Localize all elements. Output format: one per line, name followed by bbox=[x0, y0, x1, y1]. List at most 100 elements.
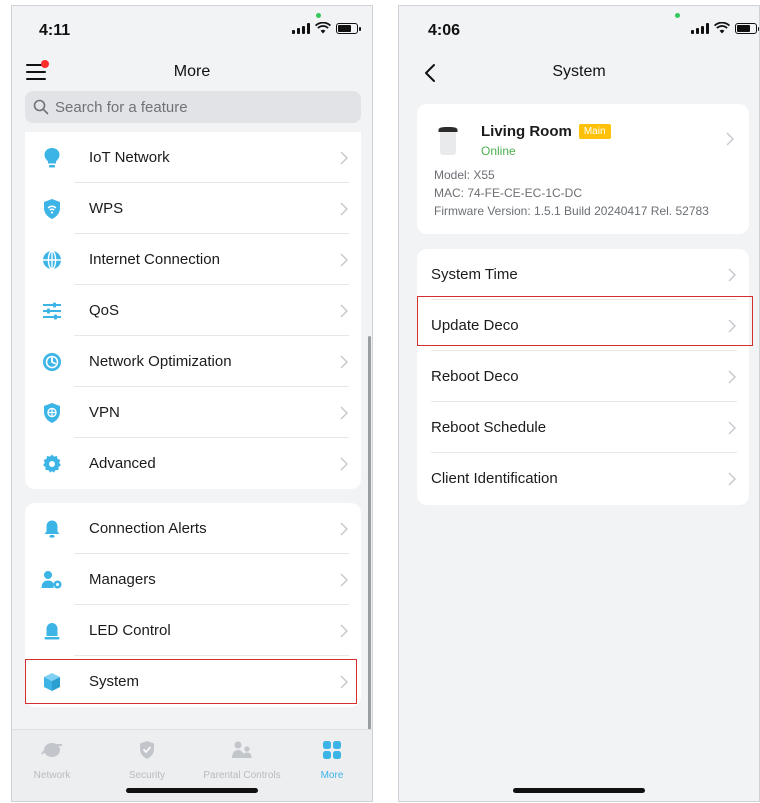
chevron-right-icon bbox=[726, 132, 734, 146]
list-item-qos[interactable]: QoS bbox=[25, 285, 361, 336]
list-item-label: Reboot Schedule bbox=[431, 419, 547, 436]
security-tab-icon bbox=[140, 741, 154, 759]
sliders-icon bbox=[41, 300, 63, 322]
list-item-advanced[interactable]: Advanced bbox=[25, 438, 361, 489]
privacy-indicator bbox=[675, 13, 680, 18]
vpn-shield-icon bbox=[41, 402, 63, 424]
chevron-right-icon bbox=[728, 421, 736, 434]
search-placeholder: Search for a feature bbox=[55, 98, 188, 116]
device-details: Model: X55 MAC: 74-FE-CE-EC-1C-DC Firmwa… bbox=[434, 166, 709, 220]
list-item-led-control[interactable]: LED Control bbox=[25, 605, 361, 656]
status-icons bbox=[292, 22, 361, 34]
led-icon bbox=[41, 620, 63, 642]
page-title: More bbox=[173, 63, 211, 80]
chevron-right-icon bbox=[340, 573, 348, 586]
cellular-signal-icon bbox=[292, 22, 310, 34]
status-icons bbox=[691, 22, 759, 34]
list-item-label: WPS bbox=[89, 200, 124, 217]
system-settings-list: System Time Update Deco Reboot Deco Rebo… bbox=[417, 249, 749, 505]
bell-icon bbox=[41, 518, 63, 540]
battery-icon bbox=[735, 22, 759, 34]
status-time: 4:06 bbox=[428, 22, 461, 39]
list-item-label: Connection Alerts bbox=[89, 520, 207, 537]
status-bar: 4:06 bbox=[399, 6, 759, 48]
home-indicator bbox=[513, 788, 645, 793]
tab-security[interactable]: Security bbox=[107, 740, 187, 781]
main-badge: Main bbox=[578, 124, 611, 139]
chevron-right-icon bbox=[340, 624, 348, 637]
tab-parental-controls[interactable]: Parental Controls bbox=[202, 740, 282, 781]
chevron-right-icon bbox=[728, 370, 736, 383]
list-item-label: Network Optimization bbox=[89, 353, 232, 370]
list-item-label: Internet Connection bbox=[89, 251, 220, 268]
chevron-right-icon bbox=[340, 151, 348, 164]
privacy-indicator bbox=[316, 13, 321, 18]
wifi-icon bbox=[315, 22, 331, 34]
firmware-version: Firmware Version: 1.5.1 Build 20240417 R… bbox=[434, 204, 709, 218]
parental-tab-icon bbox=[232, 741, 252, 758]
list-item-iot-network[interactable]: IoT Network bbox=[25, 132, 361, 183]
list-item-label: IoT Network bbox=[89, 149, 170, 166]
list-item-label: Advanced bbox=[89, 455, 156, 472]
chevron-right-icon bbox=[728, 472, 736, 485]
list-item-internet-connection[interactable]: Internet Connection bbox=[25, 234, 361, 285]
list-item-reboot-schedule[interactable]: Reboot Schedule bbox=[417, 402, 749, 453]
search-input[interactable]: Search for a feature bbox=[25, 91, 361, 123]
list-item-connection-alerts[interactable]: Connection Alerts bbox=[25, 503, 361, 554]
wifi-icon bbox=[714, 22, 730, 34]
battery-icon bbox=[336, 22, 361, 34]
optimization-icon bbox=[41, 351, 63, 373]
more-tab-icon bbox=[323, 741, 341, 759]
feature-list-group-1: IoT Network WPS Internet Connection QoS … bbox=[25, 132, 361, 489]
chevron-right-icon bbox=[340, 522, 348, 535]
chevron-right-icon bbox=[340, 406, 348, 419]
list-item-wps[interactable]: WPS bbox=[25, 183, 361, 234]
managers-icon bbox=[41, 569, 63, 591]
list-item-label: Managers bbox=[89, 571, 156, 588]
device-model: Model: X55 bbox=[434, 168, 495, 182]
bottom-tab-bar: Network Security Parental Controls More bbox=[12, 729, 372, 801]
device-name: Living Room bbox=[481, 123, 572, 140]
list-item-vpn[interactable]: VPN bbox=[25, 387, 361, 438]
wps-icon bbox=[41, 198, 63, 220]
more-screen: 4:11 More Search for a feature IoT Netwo… bbox=[11, 5, 373, 802]
list-item-label: LED Control bbox=[89, 622, 171, 639]
tab-more[interactable]: More bbox=[292, 740, 372, 781]
list-item-managers[interactable]: Managers bbox=[25, 554, 361, 605]
chevron-right-icon bbox=[340, 253, 348, 266]
cellular-signal-icon bbox=[691, 22, 709, 34]
list-item-label: QoS bbox=[89, 302, 120, 319]
gear-icon bbox=[41, 453, 63, 475]
chevron-right-icon bbox=[340, 202, 348, 215]
page-title: System bbox=[552, 63, 606, 80]
search-icon bbox=[33, 99, 49, 115]
list-item-client-identification[interactable]: Client Identification bbox=[417, 453, 749, 504]
list-item-system-time[interactable]: System Time bbox=[417, 249, 749, 300]
list-item-reboot-deco[interactable]: Reboot Deco bbox=[417, 351, 749, 402]
device-header: Living Room Main Online bbox=[481, 123, 611, 158]
device-status: Online bbox=[481, 144, 516, 158]
system-item-highlight bbox=[25, 659, 357, 704]
scrollbar[interactable] bbox=[368, 336, 371, 732]
chevron-right-icon bbox=[340, 457, 348, 470]
system-screen: 4:06 System Living Room Main Online Model… bbox=[398, 5, 760, 802]
list-item-label: VPN bbox=[89, 404, 120, 421]
list-item-label: Reboot Deco bbox=[431, 368, 519, 385]
status-bar: 4:11 bbox=[12, 6, 372, 48]
deco-device-icon bbox=[438, 127, 458, 155]
globe-icon bbox=[41, 249, 63, 271]
nav-bar: More bbox=[12, 56, 372, 92]
list-item-label: System Time bbox=[431, 266, 518, 283]
chevron-right-icon bbox=[340, 304, 348, 317]
device-mac: MAC: 74-FE-CE-EC-1C-DC bbox=[434, 186, 583, 200]
status-time: 4:11 bbox=[39, 22, 71, 39]
update-deco-highlight bbox=[417, 296, 753, 346]
bulb-icon bbox=[41, 147, 63, 169]
nav-bar: System bbox=[399, 56, 759, 92]
list-item-label: Client Identification bbox=[431, 470, 558, 487]
tab-network[interactable]: Network bbox=[12, 740, 92, 781]
list-item-network-optimization[interactable]: Network Optimization bbox=[25, 336, 361, 387]
network-tab-icon bbox=[41, 743, 63, 757]
device-card[interactable]: Living Room Main Online Model: X55 MAC: 7… bbox=[417, 104, 749, 234]
chevron-right-icon bbox=[728, 268, 736, 281]
